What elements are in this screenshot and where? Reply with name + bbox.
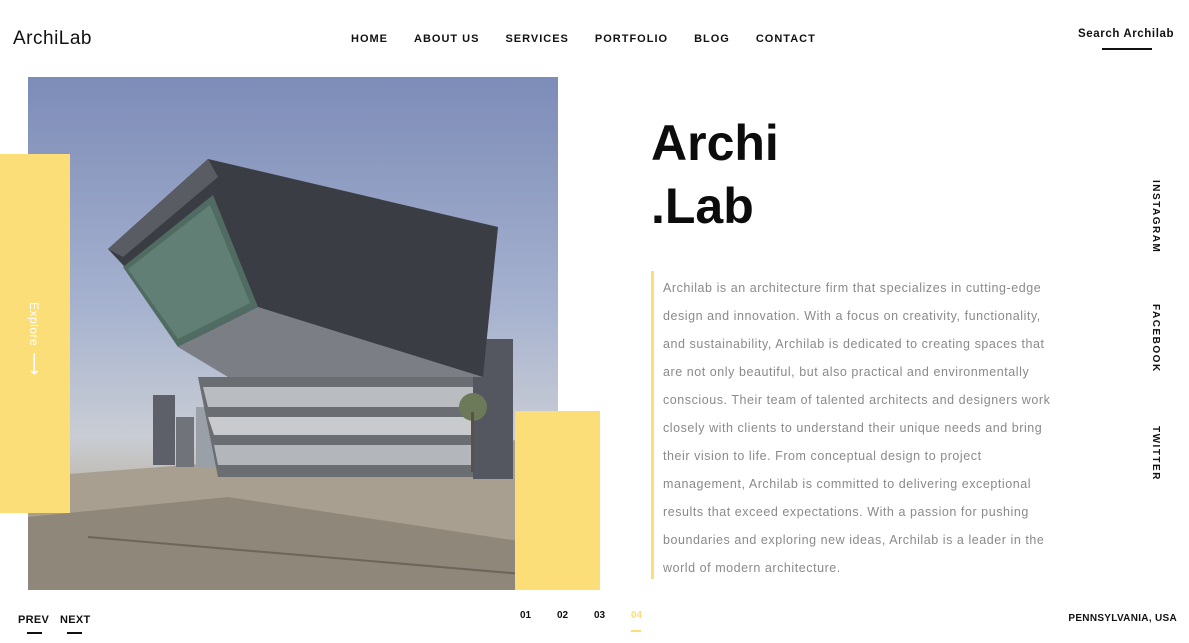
page-04[interactable]: 04 — [631, 610, 668, 632]
accent-block — [515, 411, 600, 590]
nav-blog[interactable]: BLOG — [694, 33, 730, 45]
description-text: Archilab is an architecture firm that sp… — [663, 281, 1051, 575]
page-02[interactable]: 02 — [557, 610, 594, 621]
location-label: PENNSYLVANIA, USA — [1068, 613, 1177, 624]
nav-about-us[interactable]: ABOUT US — [414, 33, 479, 45]
nav-services[interactable]: SERVICES — [505, 33, 568, 45]
nav-contact[interactable]: CONTACT — [756, 33, 816, 45]
nav-home[interactable]: HOME — [351, 33, 388, 45]
nav-portfolio[interactable]: PORTFOLIO — [595, 33, 668, 45]
prev-button[interactable]: PREV — [18, 614, 49, 626]
explore-link[interactable]: Explore ⟶ — [24, 302, 44, 376]
social-instagram-link[interactable]: INSTAGRAM — [1150, 180, 1161, 253]
arrow-right-icon: ⟶ — [25, 352, 42, 376]
explore-label-text: Explore — [27, 302, 41, 347]
prev-underline — [27, 632, 42, 634]
hero-building-image — [28, 77, 558, 590]
site-logo[interactable]: ArchiLab — [13, 28, 92, 50]
next-button[interactable]: NEXT — [60, 614, 91, 626]
title-line-2: .Lab — [651, 178, 754, 234]
page-01[interactable]: 01 — [520, 610, 557, 621]
description-accent-bar — [651, 271, 654, 579]
search-input[interactable]: Search Archilab — [1078, 28, 1176, 40]
page-title: Archi .Lab — [651, 112, 779, 238]
social-twitter-link[interactable]: TWITTER — [1150, 426, 1161, 481]
page-03[interactable]: 03 — [594, 610, 631, 621]
pagination: 01 02 03 04 — [520, 610, 668, 632]
social-facebook-link[interactable]: FACEBOOK — [1150, 304, 1161, 373]
title-line-1: Archi — [651, 115, 779, 171]
search-underline — [1102, 48, 1152, 50]
main-nav: HOME ABOUT US SERVICES PORTFOLIO BLOG CO… — [351, 33, 842, 45]
next-underline — [67, 632, 82, 634]
